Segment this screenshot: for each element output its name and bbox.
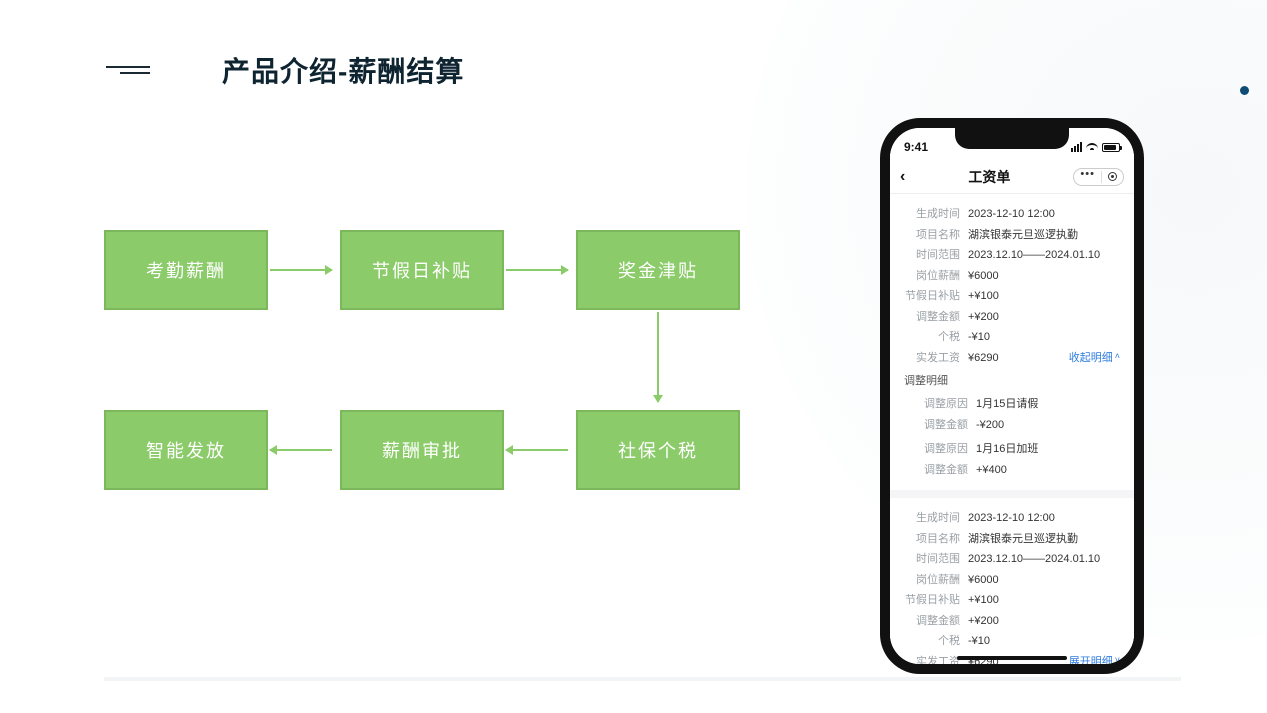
value-tax: -¥10 <box>968 633 1120 650</box>
value-holiday: +¥100 <box>968 592 1120 609</box>
flow-arrow <box>270 269 332 271</box>
value-range: 2023.12.10——2024.01.10 <box>968 247 1120 264</box>
flow-node-bonus: 奖金津贴 <box>576 230 740 310</box>
chevron-down-icon: ˅ <box>1115 654 1120 664</box>
value-range: 2023.12.10——2024.01.10 <box>968 551 1120 568</box>
adjust-detail-item: 调整原因1月15日请假 调整金额-¥200 <box>890 394 1134 435</box>
label-holiday: 节假日补贴 <box>904 288 960 305</box>
value-adjust: +¥200 <box>968 309 1120 326</box>
adjust-detail-item: 调整原因1月16日加班 调整金额+¥400 <box>890 439 1134 480</box>
detail-section-title: 调整明细 <box>890 368 1134 390</box>
value-adjust: +¥200 <box>968 613 1120 630</box>
phone-notch <box>955 127 1069 149</box>
battery-icon <box>1102 143 1120 152</box>
value-net: ¥6290 <box>968 350 1069 367</box>
label-gen-time: 生成时间 <box>904 206 960 223</box>
label-project: 项目名称 <box>904 227 960 244</box>
value-base: ¥6000 <box>968 268 1120 285</box>
wifi-icon <box>1086 143 1098 152</box>
value-gen-time: 2023-12-10 12:00 <box>968 510 1120 527</box>
value-gen-time: 2023-12-10 12:00 <box>968 206 1120 223</box>
page-title: 产品介绍-薪酬结算 <box>222 50 464 90</box>
label-base: 岗位薪酬 <box>904 268 960 285</box>
more-icon: ••• <box>1080 169 1095 180</box>
decorative-dot <box>1240 86 1249 95</box>
phone-screen: 9:41 ‹ 工资单 ••• 生成时间 2023-12-10 12:00 <box>890 128 1134 664</box>
chevron-up-icon: ˄ <box>1115 350 1120 364</box>
status-time: 9:41 <box>904 140 928 154</box>
flow-node-smart-payout: 智能发放 <box>104 410 268 490</box>
label-adjust: 调整金额 <box>904 309 960 326</box>
screen-content[interactable]: 生成时间2023-12-10 12:00 项目名称湖滨银泰元旦巡逻执勤 时间范围… <box>890 194 1134 664</box>
nav-title: 工资单 <box>968 167 1010 187</box>
nav-bar: ‹ 工资单 ••• <box>890 160 1134 194</box>
value-reason: 1月15日请假 <box>976 396 1120 413</box>
value-base: ¥6000 <box>968 572 1120 589</box>
flow-node-salary-approval: 薪酬审批 <box>340 410 504 490</box>
phone-mockup: 9:41 ‹ 工资单 ••• 生成时间 2023-12-10 12:00 <box>880 118 1144 674</box>
flow-arrow <box>657 312 659 402</box>
payslip-card: 生成时间2023-12-10 12:00 项目名称湖滨银泰元旦巡逻执勤 时间范围… <box>890 498 1134 664</box>
collapse-detail-link[interactable]: 收起明细˄ <box>1069 350 1120 367</box>
flow-diagram: 考勤薪酬 节假日补贴 奖金津贴 智能发放 薪酬审批 社保个税 <box>104 230 740 492</box>
page-header: 产品介绍-薪酬结算 <box>106 50 464 90</box>
flow-arrow <box>270 449 332 451</box>
flow-node-attendance-salary: 考勤薪酬 <box>104 230 268 310</box>
flow-node-holiday-allowance: 节假日补贴 <box>340 230 504 310</box>
signal-icon <box>1071 142 1082 152</box>
footer-divider <box>104 677 1181 681</box>
value-amount: +¥400 <box>976 462 1120 479</box>
label-range: 时间范围 <box>904 247 960 264</box>
value-holiday: +¥100 <box>968 288 1120 305</box>
label-net: 实发工资 <box>904 350 960 367</box>
header-decor-lines <box>106 66 150 74</box>
target-icon <box>1108 172 1117 181</box>
value-project: 湖滨银泰元旦巡逻执勤 <box>968 227 1120 244</box>
value-project: 湖滨银泰元旦巡逻执勤 <box>968 531 1120 548</box>
home-indicator <box>957 656 1067 660</box>
flow-arrow <box>506 269 568 271</box>
value-amount: -¥200 <box>976 417 1120 434</box>
label-tax: 个税 <box>904 329 960 346</box>
flow-node-social-tax: 社保个税 <box>576 410 740 490</box>
miniapp-menu[interactable]: ••• <box>1073 168 1124 186</box>
expand-detail-link[interactable]: 展开明细˅ <box>1069 654 1120 665</box>
back-button[interactable]: ‹ <box>900 168 905 186</box>
value-tax: -¥10 <box>968 329 1120 346</box>
payslip-card: 生成时间 2023-12-10 12:00 项目名称湖滨银泰元旦巡逻执勤 时间范围… <box>890 194 1134 490</box>
flow-arrow <box>506 449 568 451</box>
value-reason: 1月16日加班 <box>976 441 1120 458</box>
